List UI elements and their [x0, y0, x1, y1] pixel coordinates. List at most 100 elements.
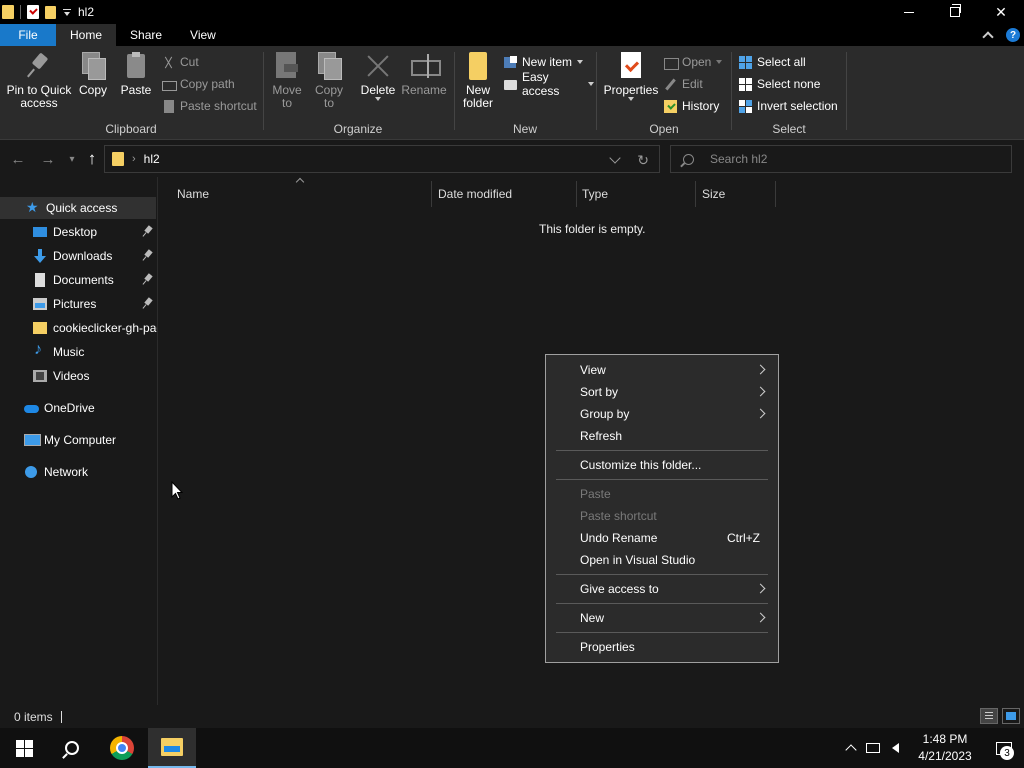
paste-button[interactable]: Paste: [120, 52, 152, 97]
details-view-icon[interactable]: [980, 708, 998, 724]
large-icons-view-icon[interactable]: [1002, 708, 1020, 724]
pictures-icon: [33, 297, 47, 311]
new-group-label: New: [512, 122, 537, 136]
menu-item-give-access-to[interactable]: Give access to: [546, 578, 778, 600]
column-header-name[interactable]: Name: [171, 183, 431, 205]
chevron-right-icon: [755, 386, 766, 397]
new-folder-icon[interactable]: [45, 5, 56, 19]
sidebar-item-my-computer[interactable]: My Computer: [0, 429, 156, 451]
history-label: History: [682, 99, 720, 113]
history-button[interactable]: History: [664, 96, 719, 116]
copy-path-button[interactable]: Copy path: [162, 74, 235, 94]
help-icon[interactable]: ?: [1006, 28, 1020, 42]
easy-access-button[interactable]: Easy access: [504, 70, 594, 98]
select-none-button[interactable]: Select none: [739, 74, 820, 94]
column-header-type[interactable]: Type: [576, 183, 694, 205]
sidebar-item-desktop[interactable]: Desktop: [0, 221, 156, 243]
copy-to-button[interactable]: Copy to: [314, 52, 344, 110]
select-all-label: Select all: [757, 55, 806, 69]
speaker-icon: [891, 743, 899, 753]
rename-button[interactable]: Rename: [401, 52, 447, 97]
select-all-button[interactable]: Select all: [739, 52, 806, 72]
restore-button[interactable]: [932, 0, 978, 24]
sidebar-item-videos[interactable]: Videos: [0, 365, 156, 387]
menu-item-refresh[interactable]: Refresh: [546, 425, 778, 447]
menu-item-group-by[interactable]: Group by: [546, 403, 778, 425]
status-bar: 0 items: [0, 705, 1024, 728]
menu-item-new[interactable]: New: [546, 607, 778, 629]
column-header-size[interactable]: Size: [696, 183, 774, 205]
divider: [60, 710, 62, 723]
menu-item-paste[interactable]: Paste: [546, 483, 778, 505]
open-group: Properties Open Edit History Open: [598, 46, 730, 140]
copy-button[interactable]: Copy: [78, 52, 108, 97]
customize-toolbar-dropdown-icon[interactable]: [62, 5, 72, 19]
column-header-date-modified[interactable]: Date modified: [432, 183, 576, 205]
volume-button[interactable]: [884, 728, 906, 768]
folder-icon: [33, 321, 47, 335]
sidebar-item-network[interactable]: Network: [0, 461, 156, 483]
sidebar-item-documents[interactable]: Documents: [0, 269, 156, 291]
sidebar-item-music[interactable]: Music: [0, 341, 156, 363]
edit-icon: [664, 78, 677, 91]
menu-item-customize-folder[interactable]: Customize this folder...: [546, 454, 778, 476]
address-dropdown-icon[interactable]: [609, 152, 621, 164]
action-center-button[interactable]: 3: [984, 728, 1024, 768]
sidebar-item-pictures[interactable]: Pictures: [0, 293, 156, 315]
menu-item-label: View: [580, 363, 606, 377]
tab-home[interactable]: Home: [56, 24, 117, 46]
invert-selection-button[interactable]: Invert selection: [739, 96, 838, 116]
tab-file[interactable]: File: [0, 24, 56, 46]
taskbar-search-button[interactable]: [48, 728, 96, 768]
network-status-button[interactable]: [862, 728, 884, 768]
column-divider[interactable]: [775, 181, 776, 207]
menu-item-view[interactable]: View: [546, 359, 778, 381]
cut-button[interactable]: Cut: [162, 52, 199, 72]
paste-shortcut-button[interactable]: Paste shortcut: [162, 96, 257, 116]
recent-locations-button[interactable]: ▾: [62, 149, 82, 169]
taskbar-chrome[interactable]: [98, 728, 146, 768]
minimize-button[interactable]: [886, 0, 932, 24]
menu-item-paste-shortcut[interactable]: Paste shortcut: [546, 505, 778, 527]
rename-label: Rename: [401, 83, 447, 97]
network-icon: [24, 465, 38, 479]
paste-label: Paste: [120, 83, 152, 97]
forward-button[interactable]: →: [38, 149, 58, 169]
tab-view[interactable]: View: [176, 24, 230, 46]
file-explorer-icon: [161, 738, 183, 756]
address-bar[interactable]: › hl2 ↻: [104, 145, 660, 173]
search-icon: [65, 741, 79, 755]
close-button[interactable]: ✕: [978, 0, 1024, 24]
menu-item-undo-rename[interactable]: Undo Rename Ctrl+Z: [546, 527, 778, 549]
up-button[interactable]: ↑: [82, 149, 102, 169]
menu-item-sort-by[interactable]: Sort by: [546, 381, 778, 403]
search-input[interactable]: Search hl2: [670, 145, 1012, 173]
breadcrumb-current[interactable]: hl2: [144, 152, 160, 166]
properties-button[interactable]: Properties: [604, 52, 658, 101]
sidebar-item-downloads[interactable]: Downloads: [0, 245, 156, 267]
open-button[interactable]: Open: [664, 52, 723, 72]
edit-button[interactable]: Edit: [664, 74, 703, 94]
menu-item-open-in-visual-studio[interactable]: Open in Visual Studio: [546, 549, 778, 571]
taskbar-file-explorer[interactable]: [148, 728, 196, 768]
new-item-button[interactable]: New item: [504, 52, 584, 72]
properties-icon[interactable]: [27, 5, 39, 19]
move-to-button[interactable]: Move to: [272, 52, 302, 110]
back-button[interactable]: ←: [8, 149, 28, 169]
divider: [731, 52, 732, 130]
sidebar-item-onedrive[interactable]: OneDrive: [0, 397, 156, 419]
start-button[interactable]: [0, 728, 48, 768]
sidebar-item-cookieclicker[interactable]: cookieclicker-gh-pages: [0, 317, 157, 339]
collapse-ribbon-icon[interactable]: [982, 31, 994, 43]
move-to-label-line2: to: [281, 96, 292, 110]
show-hidden-icons-button[interactable]: [840, 728, 862, 768]
tab-share[interactable]: Share: [116, 24, 176, 46]
sidebar-item-quick-access[interactable]: Quick access: [0, 197, 156, 219]
pin-to-quick-access-button[interactable]: Pin to Quick access: [6, 52, 72, 110]
refresh-icon[interactable]: ↻: [637, 152, 649, 169]
delete-button[interactable]: Delete: [360, 52, 396, 101]
menu-item-properties[interactable]: Properties: [546, 636, 778, 658]
breadcrumb-chevron-icon[interactable]: ›: [132, 153, 136, 165]
new-folder-button[interactable]: New folder: [462, 52, 494, 110]
clock[interactable]: 1:48 PM 4/21/2023: [906, 731, 984, 765]
